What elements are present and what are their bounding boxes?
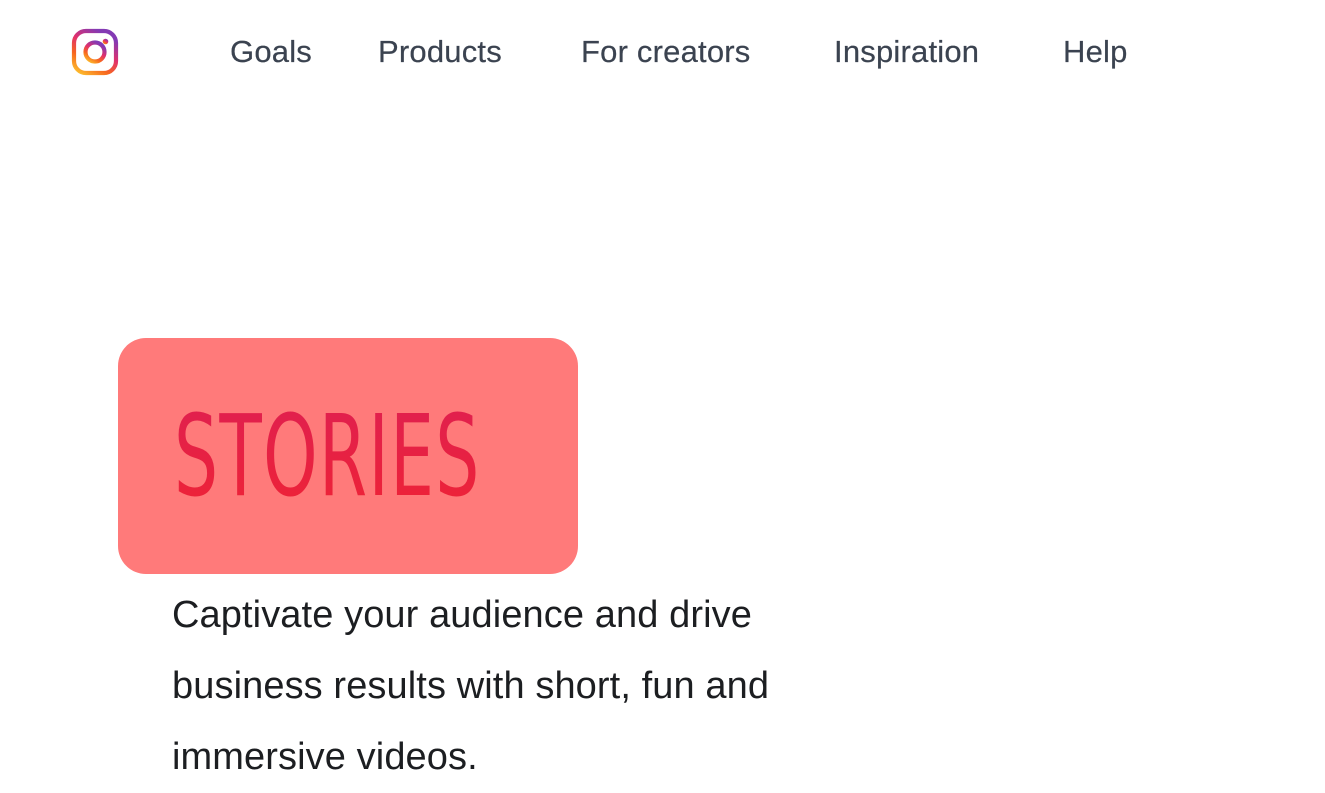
nav-item-products[interactable]: Products [378,30,502,74]
site-header: Goals Products For creators Inspiration … [0,0,1325,104]
instagram-logo-icon[interactable] [70,27,120,77]
stories-badge-label: STORIES [174,392,481,522]
instagram-glyph [71,28,119,76]
stories-badge: STORIES [118,338,578,574]
nav-item-goals[interactable]: Goals [230,30,312,74]
nav-item-help[interactable]: Help [1063,30,1128,74]
hero-description: Captivate your audience and drive busine… [172,594,770,778]
nav-item-inspiration[interactable]: Inspiration [834,30,979,74]
nav-item-for-creators[interactable]: For creators [581,30,751,74]
